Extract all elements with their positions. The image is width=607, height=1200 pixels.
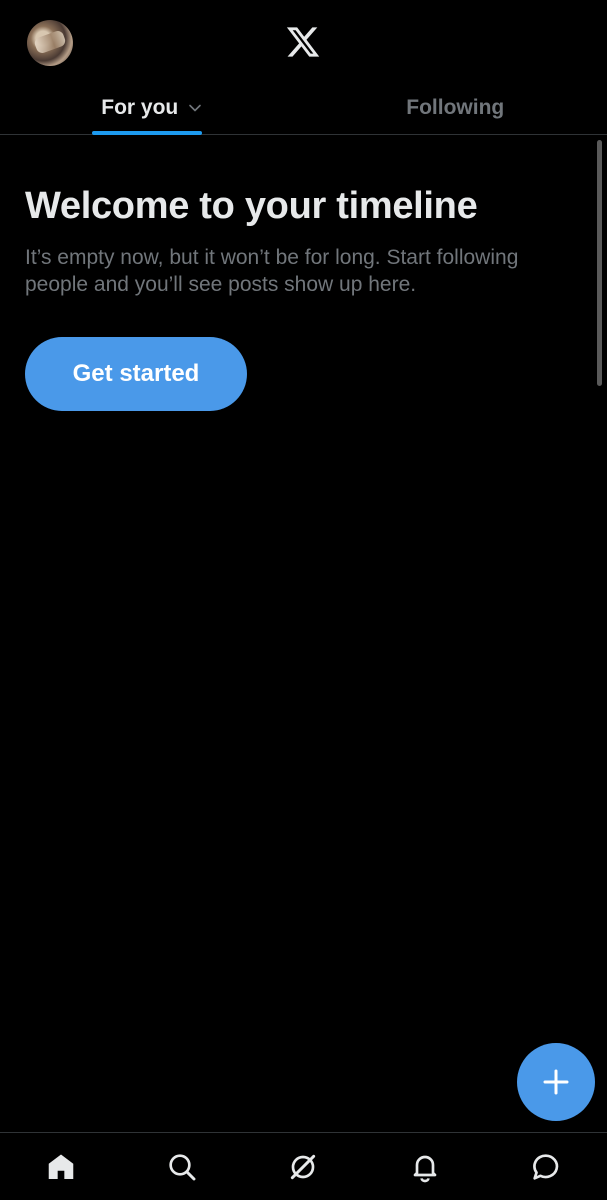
- tab-following-label: Following: [406, 95, 505, 119]
- tab-for-you-label: For you: [101, 95, 179, 119]
- nav-notifications[interactable]: [395, 1137, 455, 1197]
- nav-search[interactable]: [152, 1137, 212, 1197]
- bell-icon: [413, 1155, 437, 1182]
- app-root: For you Following Welcome to your timeli…: [0, 0, 607, 1200]
- scrollbar[interactable]: [597, 140, 602, 386]
- plus-icon: [543, 1069, 569, 1095]
- chevron-down-icon: [189, 104, 202, 111]
- tab-for-you[interactable]: For you: [0, 80, 304, 135]
- x-logo-icon: [286, 27, 320, 57]
- profile-avatar[interactable]: [27, 20, 73, 66]
- tab-following[interactable]: Following: [304, 80, 607, 135]
- active-tab-indicator: [92, 131, 202, 135]
- compose-post-button[interactable]: [517, 1043, 595, 1121]
- nav-grok[interactable]: [273, 1137, 333, 1197]
- nav-home[interactable]: [31, 1137, 91, 1197]
- timeline-tabs: For you Following: [0, 80, 607, 135]
- welcome-description: It’s empty now, but it won’t be for long…: [25, 246, 519, 296]
- nav-messages[interactable]: [516, 1137, 576, 1197]
- get-started-button[interactable]: Get started: [25, 337, 247, 411]
- bottom-navigation: [0, 1132, 607, 1200]
- top-bar: [0, 0, 607, 80]
- search-icon: [169, 1153, 196, 1180]
- welcome-title: Welcome to your timeline: [25, 185, 478, 227]
- home-icon: [48, 1153, 73, 1179]
- messages-icon: [533, 1153, 559, 1180]
- grok-icon: [291, 1154, 316, 1179]
